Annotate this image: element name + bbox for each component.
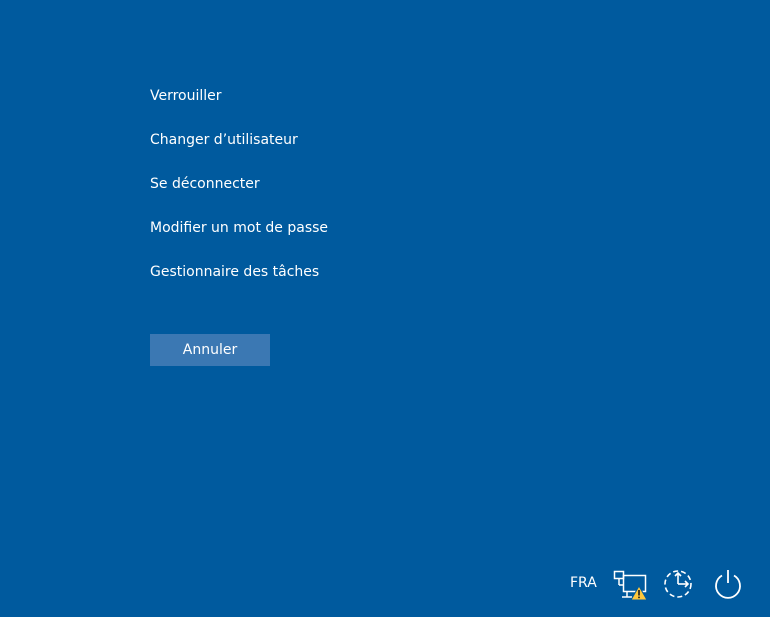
ease-of-access-icon[interactable] — [662, 567, 696, 601]
input-language-indicator[interactable]: FRA — [570, 574, 597, 592]
ctrl-alt-del-menu: Verrouiller Changer d’utilisateur Se déc… — [150, 84, 328, 304]
power-icon[interactable] — [711, 567, 745, 601]
change-password-option[interactable]: Modifier un mot de passe — [150, 216, 328, 260]
cancel-button[interactable]: Annuler — [150, 334, 270, 366]
sign-out-option[interactable]: Se déconnecter — [150, 172, 328, 216]
lock-option[interactable]: Verrouiller — [150, 84, 328, 128]
task-manager-option[interactable]: Gestionnaire des tâches — [150, 260, 328, 304]
switch-user-option[interactable]: Changer d’utilisateur — [150, 128, 328, 172]
network-warning-icon[interactable] — [613, 569, 649, 601]
